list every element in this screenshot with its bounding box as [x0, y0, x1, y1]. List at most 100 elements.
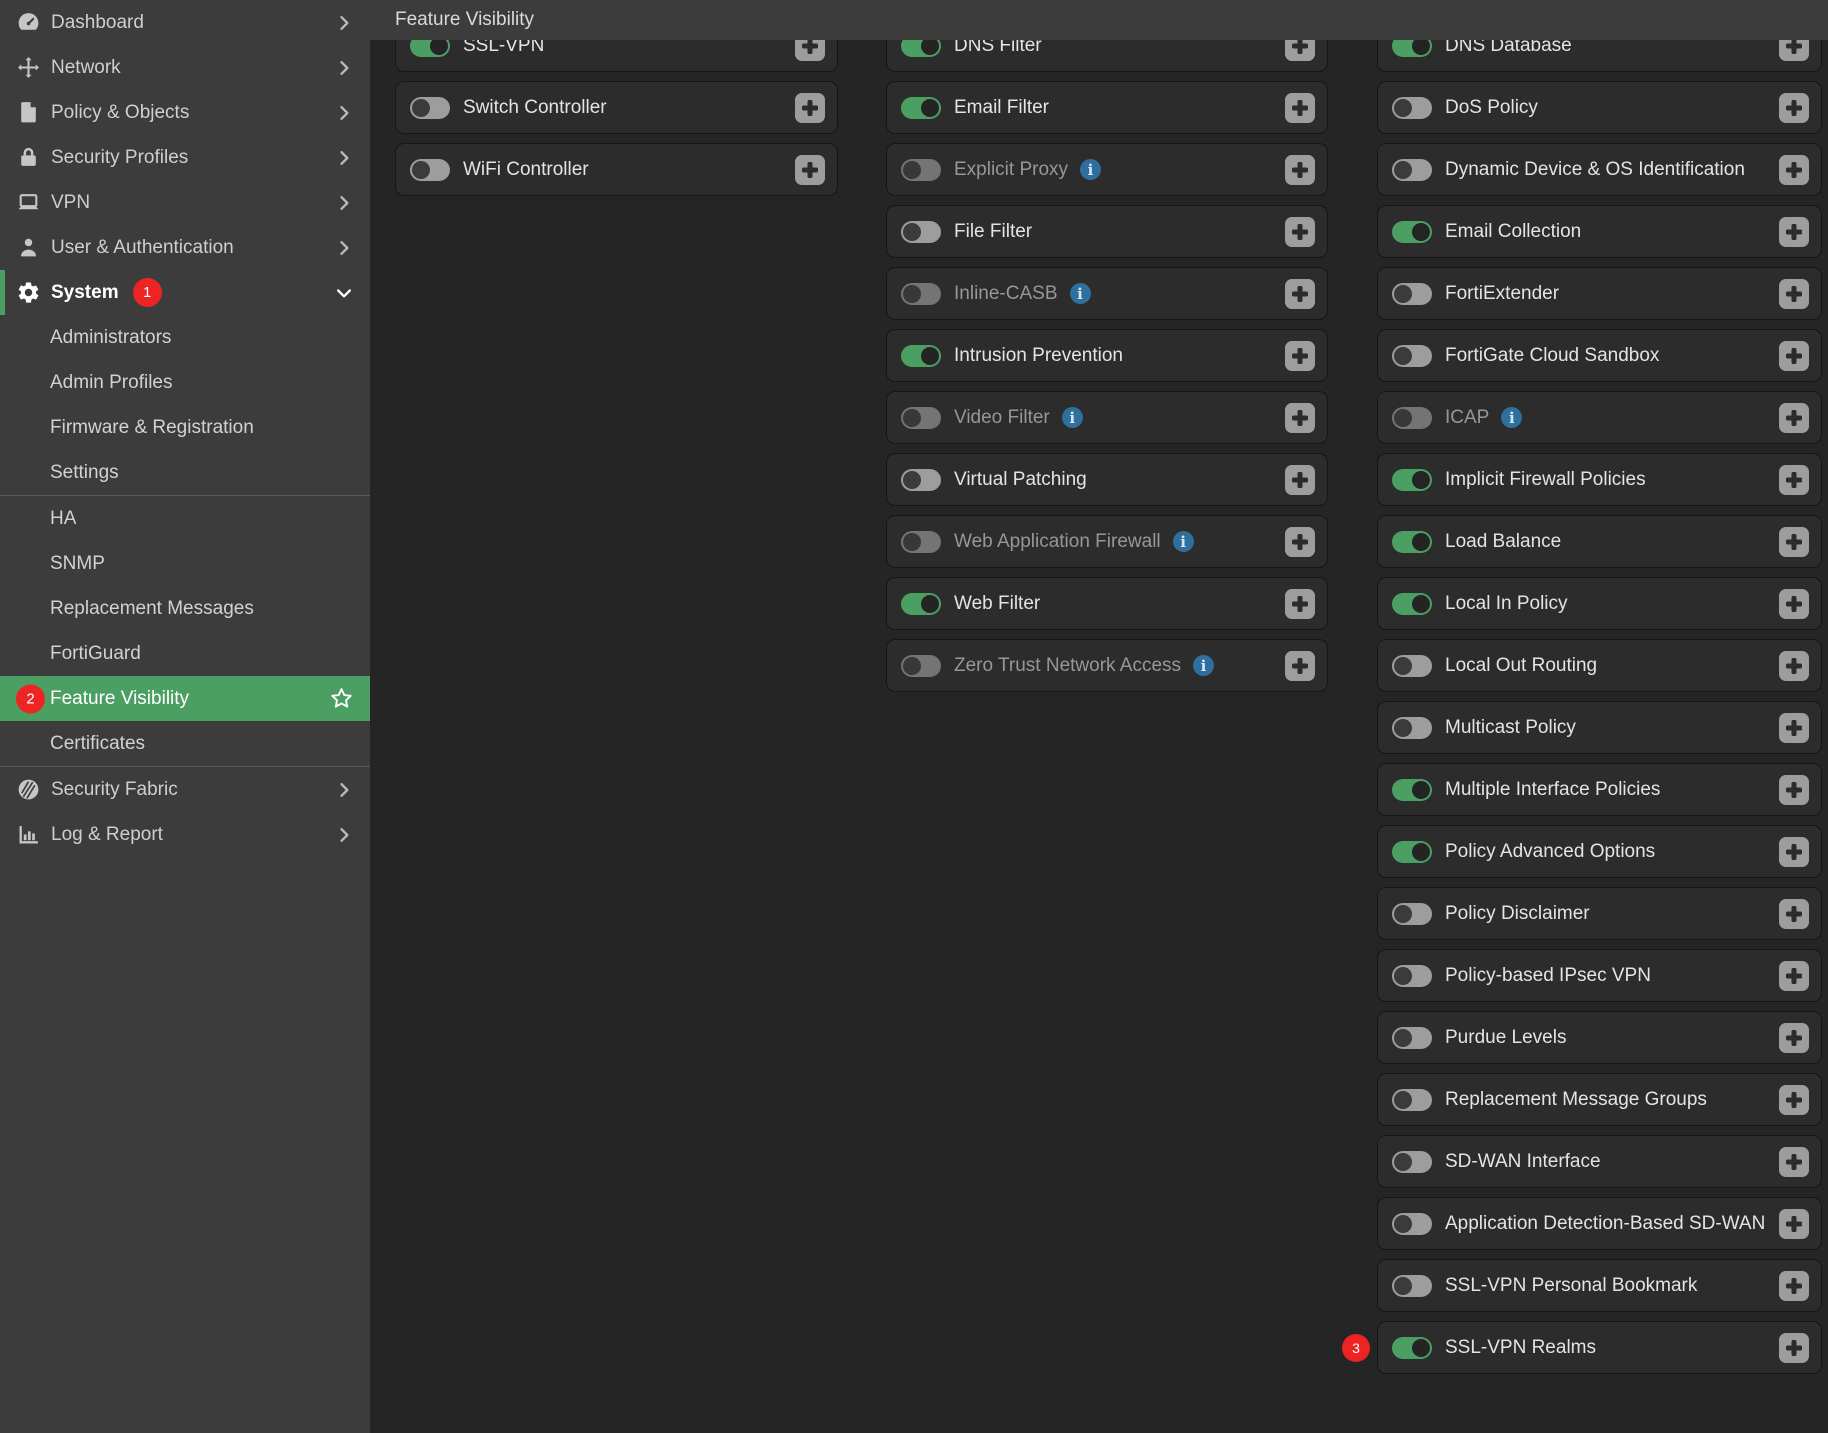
feature-column-1: SSL-VPNSwitch ControllerWiFi Controller [395, 40, 838, 196]
toggle-video-filter[interactable] [901, 407, 941, 429]
add-button-dns-filter[interactable] [1285, 40, 1315, 61]
add-button-fortiextender[interactable] [1779, 279, 1809, 309]
sidebar-item-certificates[interactable]: Certificates [0, 721, 370, 766]
add-button-web-application-firewall[interactable] [1285, 527, 1315, 557]
add-button-replacement-message-groups[interactable] [1779, 1085, 1809, 1115]
add-button-ssl-vpn-realms[interactable] [1779, 1333, 1809, 1363]
sidebar-item-fortiguard[interactable]: FortiGuard [0, 631, 370, 676]
toggle-email-filter[interactable] [901, 97, 941, 119]
feature-card-dns-database: DNS Database [1377, 40, 1822, 72]
add-button-zero-trust-network-access[interactable] [1285, 651, 1315, 681]
toggle-application-detection-based-sd-wan[interactable] [1392, 1213, 1432, 1235]
add-button-load-balance[interactable] [1779, 527, 1809, 557]
add-button-dns-database[interactable] [1779, 40, 1809, 61]
toggle-inline-casb[interactable] [901, 283, 941, 305]
toggle-multiple-interface-policies[interactable] [1392, 779, 1432, 801]
toggle-email-collection[interactable] [1392, 221, 1432, 243]
toggle-policy-advanced-options[interactable] [1392, 841, 1432, 863]
sidebar-item-user-authentication[interactable]: User & Authentication [0, 225, 370, 270]
sidebar-item-log-report[interactable]: Log & Report [0, 812, 370, 857]
add-button-ssl-vpn[interactable] [795, 40, 825, 61]
add-button-intrusion-prevention[interactable] [1285, 341, 1315, 371]
add-button-policy-advanced-options[interactable] [1779, 837, 1809, 867]
add-button-icap[interactable] [1779, 403, 1809, 433]
toggle-dns-filter[interactable] [901, 40, 941, 57]
add-button-inline-casb[interactable] [1285, 279, 1315, 309]
add-button-implicit-firewall-policies[interactable] [1779, 465, 1809, 495]
feature-label: Explicit Proxy [954, 157, 1068, 182]
toggle-file-filter[interactable] [901, 221, 941, 243]
add-button-wifi-controller[interactable] [795, 155, 825, 185]
add-button-explicit-proxy[interactable] [1285, 155, 1315, 185]
toggle-sd-wan-interface[interactable] [1392, 1151, 1432, 1173]
add-button-policy-based-ipsec-vpn[interactable] [1779, 961, 1809, 991]
sidebar-item-feature-visibility[interactable]: 2Feature Visibility [0, 676, 370, 721]
add-button-local-out-routing[interactable] [1779, 651, 1809, 681]
feature-card-fortiextender: FortiExtender [1377, 267, 1822, 320]
toggle-explicit-proxy[interactable] [901, 159, 941, 181]
add-button-application-detection-based-sd-wan[interactable] [1779, 1209, 1809, 1239]
sidebar-item-vpn[interactable]: VPN [0, 180, 370, 225]
toggle-ssl-vpn-personal-bookmark[interactable] [1392, 1275, 1432, 1297]
add-button-email-filter[interactable] [1285, 93, 1315, 123]
toggle-intrusion-prevention[interactable] [901, 345, 941, 367]
sidebar-item-firmware-registration[interactable]: Firmware & Registration [0, 405, 370, 450]
add-button-video-filter[interactable] [1285, 403, 1315, 433]
toggle-load-balance[interactable] [1392, 531, 1432, 553]
add-button-virtual-patching[interactable] [1285, 465, 1315, 495]
toggle-dynamic-device-os-identification[interactable] [1392, 159, 1432, 181]
add-button-switch-controller[interactable] [795, 93, 825, 123]
add-button-purdue-levels[interactable] [1779, 1023, 1809, 1053]
toggle-local-in-policy[interactable] [1392, 593, 1432, 615]
feature-label: Email Collection [1445, 219, 1581, 244]
sidebar-item-policy-objects[interactable]: Policy & Objects [0, 90, 370, 135]
toggle-web-application-firewall[interactable] [901, 531, 941, 553]
sidebar-item-settings[interactable]: Settings [0, 450, 370, 495]
sidebar-item-network[interactable]: Network [0, 45, 370, 90]
sidebar-item-dashboard[interactable]: Dashboard [0, 0, 370, 45]
add-button-local-in-policy[interactable] [1779, 589, 1809, 619]
sidebar-item-admin-profiles[interactable]: Admin Profiles [0, 360, 370, 405]
toggle-local-out-routing[interactable] [1392, 655, 1432, 677]
add-button-web-filter[interactable] [1285, 589, 1315, 619]
toggle-icap[interactable] [1392, 407, 1432, 429]
toggle-implicit-firewall-policies[interactable] [1392, 469, 1432, 491]
add-button-dynamic-device-os-identification[interactable] [1779, 155, 1809, 185]
toggle-fortiextender[interactable] [1392, 283, 1432, 305]
toggle-fortigate-cloud-sandbox[interactable] [1392, 345, 1432, 367]
feature-card-ssl-vpn: SSL-VPN [395, 40, 838, 72]
sidebar-item-replacement-messages[interactable]: Replacement Messages [0, 586, 370, 631]
toggle-policy-based-ipsec-vpn[interactable] [1392, 965, 1432, 987]
toggle-ssl-vpn-realms[interactable] [1392, 1337, 1432, 1359]
toggle-ssl-vpn[interactable] [410, 40, 450, 57]
toggle-wifi-controller[interactable] [410, 159, 450, 181]
feature-label: Policy Advanced Options [1445, 839, 1655, 864]
sidebar-item-security-fabric[interactable]: Security Fabric [0, 767, 370, 812]
add-button-file-filter[interactable] [1285, 217, 1315, 247]
toggle-replacement-message-groups[interactable] [1392, 1089, 1432, 1111]
add-button-email-collection[interactable] [1779, 217, 1809, 247]
sidebar-item-snmp[interactable]: SNMP [0, 541, 370, 586]
sidebar-item-system[interactable]: System1 [0, 270, 370, 315]
add-button-fortigate-cloud-sandbox[interactable] [1779, 341, 1809, 371]
add-button-sd-wan-interface[interactable] [1779, 1147, 1809, 1177]
toggle-policy-disclaimer[interactable] [1392, 903, 1432, 925]
toggle-dos-policy[interactable] [1392, 97, 1432, 119]
add-button-policy-disclaimer[interactable] [1779, 899, 1809, 929]
add-button-ssl-vpn-personal-bookmark[interactable] [1779, 1271, 1809, 1301]
toggle-purdue-levels[interactable] [1392, 1027, 1432, 1049]
sidebar-item-ha[interactable]: HA [0, 496, 370, 541]
add-button-multicast-policy[interactable] [1779, 713, 1809, 743]
sidebar-item-security-profiles[interactable]: Security Profiles [0, 135, 370, 180]
sidebar-item-administrators[interactable]: Administrators [0, 315, 370, 360]
add-button-multiple-interface-policies[interactable] [1779, 775, 1809, 805]
toggle-switch-controller[interactable] [410, 97, 450, 119]
favorite-star-icon[interactable] [329, 686, 354, 711]
toggle-zero-trust-network-access[interactable] [901, 655, 941, 677]
add-button-dos-policy[interactable] [1779, 93, 1809, 123]
toggle-web-filter[interactable] [901, 593, 941, 615]
toggle-virtual-patching[interactable] [901, 469, 941, 491]
toggle-dns-database[interactable] [1392, 40, 1432, 57]
toggle-multicast-policy[interactable] [1392, 717, 1432, 739]
feature-card-video-filter: Video Filteri [886, 391, 1328, 444]
